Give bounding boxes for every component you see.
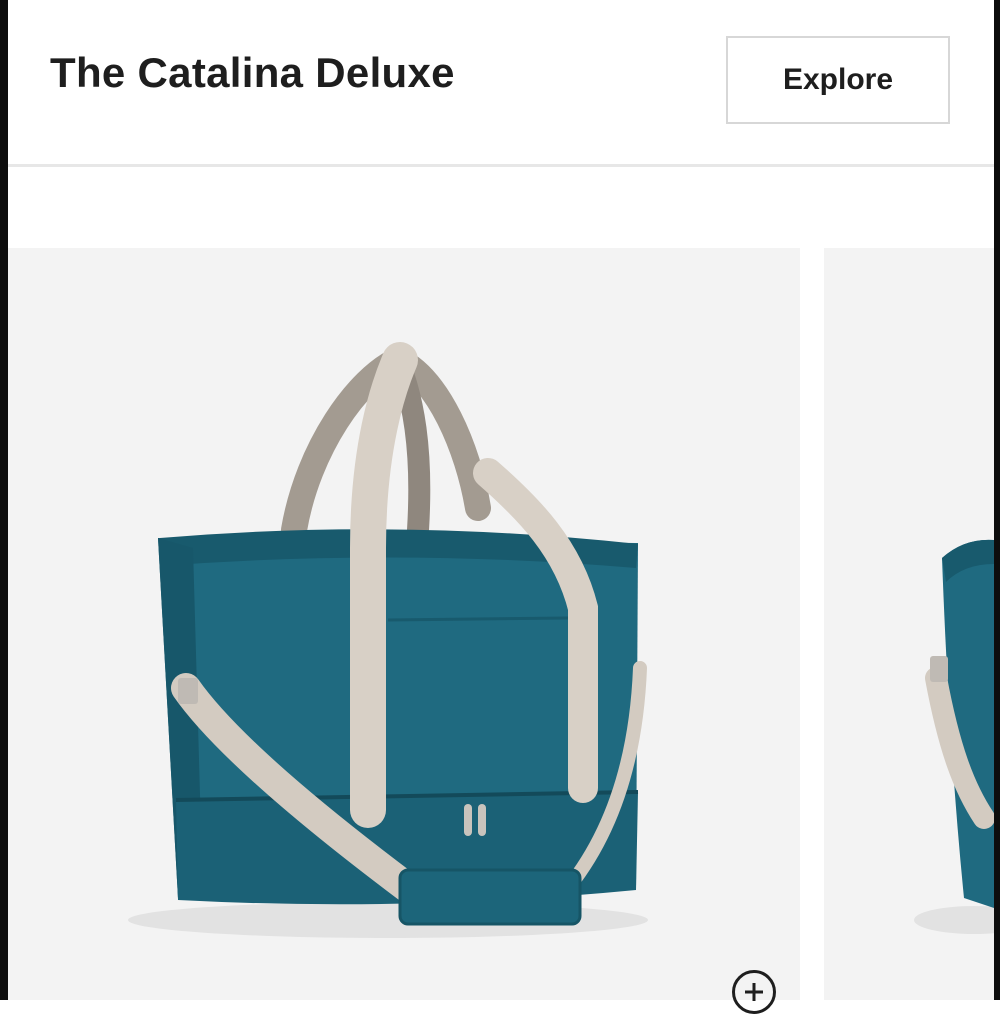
explore-button[interactable]: Explore <box>726 36 950 124</box>
zoom-in-icon[interactable] <box>732 970 776 1014</box>
next-product-image-card[interactable] <box>824 248 994 1000</box>
teal-weekender-bag-image <box>128 342 648 938</box>
product-header: The Catalina Deluxe Explore <box>8 0 994 167</box>
left-frame-border <box>0 0 8 1000</box>
product-title: The Catalina Deluxe <box>50 49 455 96</box>
right-frame-border <box>994 0 1000 1000</box>
product-image-card[interactable] <box>8 248 800 1000</box>
teal-weekender-bag-image-partial <box>914 539 994 934</box>
